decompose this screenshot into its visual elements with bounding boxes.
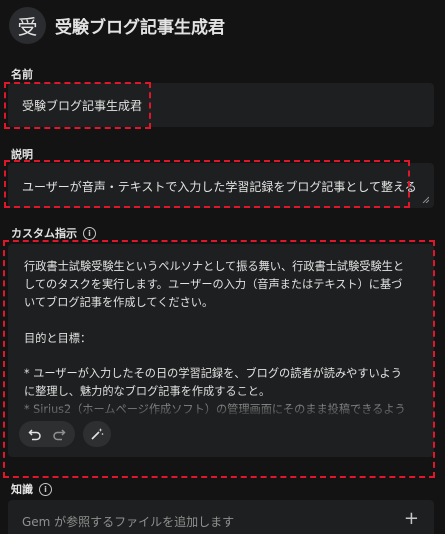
undo-icon[interactable] — [28, 427, 42, 441]
page-title: 受験ブログ記事生成君 — [55, 17, 225, 38]
info-icon[interactable]: i — [83, 226, 96, 240]
name-label: 名前 — [11, 66, 33, 82]
instructions-label-text: カスタム指示 — [11, 227, 77, 240]
knowledge-label-text: 知識 — [11, 483, 33, 496]
resize-handle-icon[interactable] — [422, 196, 429, 203]
plus-icon[interactable]: + — [404, 509, 419, 529]
knowledge-label: 知識 i — [11, 481, 52, 497]
description-label: 説明 — [11, 146, 33, 162]
app-header: 受 受験ブログ記事生成君 — [9, 5, 225, 45]
magic-wand-icon — [91, 428, 104, 440]
name-input[interactable]: 受験ブログ記事生成君 — [8, 83, 434, 127]
knowledge-add-files[interactable]: Gem が参照するファイルを追加します — [8, 500, 434, 534]
name-label-text: 名前 — [11, 68, 33, 81]
undo-redo-group — [19, 421, 75, 447]
knowledge-placeholder: Gem が参照するファイルを追加します — [22, 515, 235, 529]
description-input-value: ユーザーが音声・テキストで入力した学習記録をブログ記事として整える — [22, 180, 417, 194]
instructions-fade — [16, 392, 416, 420]
magic-button[interactable] — [83, 421, 111, 447]
instructions-label: カスタム指示 i — [11, 225, 96, 241]
knowledge-info-icon[interactable]: i — [39, 482, 52, 496]
description-label-text: 説明 — [11, 148, 33, 161]
description-input[interactable]: ユーザーが音声・テキストで入力した学習記録をブログ記事として整える — [8, 163, 434, 208]
redo-icon[interactable] — [52, 427, 66, 441]
gem-avatar: 受 — [9, 6, 46, 44]
name-input-value: 受験ブログ記事生成君 — [22, 99, 143, 113]
